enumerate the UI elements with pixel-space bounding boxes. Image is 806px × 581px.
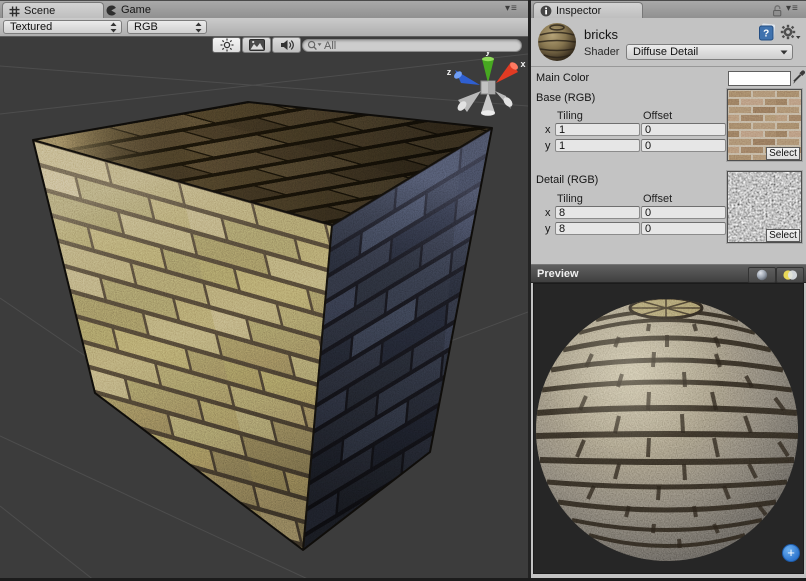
material-sphere-icon[interactable] bbox=[537, 22, 577, 62]
base-offset-header: Offset bbox=[643, 110, 672, 122]
scene-panel-menu-icon[interactable]: ▾≡ bbox=[505, 3, 518, 14]
inspector-panel: Inspector ▾≡ bbox=[531, 0, 806, 581]
tab-inspector-label: Inspector bbox=[556, 5, 601, 17]
detail-y-offset-field[interactable]: 0 bbox=[641, 222, 726, 235]
hash-grid-icon bbox=[9, 6, 20, 17]
scene-audio-toggle[interactable] bbox=[272, 37, 301, 53]
preview-title: Preview bbox=[537, 268, 579, 280]
search-placeholder: All bbox=[324, 40, 336, 52]
channel-dropdown[interactable]: RGB bbox=[127, 20, 207, 34]
material-name: bricks bbox=[584, 27, 618, 42]
eyedropper-icon[interactable] bbox=[792, 68, 805, 85]
tab-scene-label: Scene bbox=[24, 5, 55, 17]
chevron-down-icon bbox=[780, 50, 788, 55]
detail-row-y-label: y bbox=[545, 223, 551, 235]
speaker-icon bbox=[280, 39, 294, 51]
base-tiling-header: Tiling bbox=[557, 110, 583, 122]
image-icon bbox=[249, 39, 265, 51]
scene-viewport[interactable]: y x z bbox=[0, 36, 528, 581]
pacman-icon bbox=[106, 5, 117, 16]
svg-text:?: ? bbox=[763, 29, 769, 40]
scene-skybox-toggle[interactable] bbox=[242, 37, 271, 53]
gizmo-x-label: x bbox=[520, 59, 525, 69]
render-mode-dropdown[interactable]: Textured bbox=[3, 20, 122, 34]
tab-game-label: Game bbox=[121, 4, 151, 16]
scene-toolbar: Textured RGB bbox=[0, 18, 528, 37]
sun-icon bbox=[220, 38, 234, 52]
base-row-x-label: x bbox=[545, 124, 551, 136]
tab-scene[interactable]: Scene bbox=[2, 2, 104, 19]
detail-select-button[interactable]: Select bbox=[766, 229, 800, 242]
channel-value: RGB bbox=[134, 21, 195, 33]
scene-tabstrip: Scene Game ▾≡ bbox=[0, 0, 528, 20]
detail-section-title: Detail (RGB) bbox=[536, 174, 598, 186]
preview-lighting-button[interactable] bbox=[776, 267, 804, 283]
detail-x-offset-field[interactable]: 0 bbox=[641, 206, 726, 219]
detail-x-tiling-field[interactable]: 8 bbox=[555, 206, 640, 219]
scene-search-input[interactable]: All bbox=[302, 39, 522, 52]
unity-editor-window: y x z Scene Game bbox=[0, 0, 806, 581]
gizmo-y-cone[interactable] bbox=[482, 57, 494, 83]
base-select-button[interactable]: Select bbox=[766, 147, 800, 160]
base-x-tiling-field[interactable]: 1 bbox=[555, 123, 640, 136]
info-icon bbox=[540, 5, 552, 17]
tab-game[interactable]: Game bbox=[100, 2, 174, 18]
preview-mesh-button[interactable] bbox=[748, 267, 776, 283]
help-book-icon[interactable]: ? bbox=[758, 23, 776, 42]
tab-inspector[interactable]: Inspector bbox=[533, 2, 643, 19]
shader-label: Shader bbox=[584, 46, 619, 58]
preview-viewport[interactable]: + bbox=[533, 283, 804, 574]
main-color-swatch[interactable] bbox=[728, 71, 791, 86]
shader-value: Diffuse Detail bbox=[633, 46, 780, 58]
detail-row-x-label: x bbox=[545, 207, 551, 219]
sphere-preview-icon bbox=[756, 269, 768, 281]
preview-sphere bbox=[534, 284, 803, 573]
gizmo-x-cone[interactable] bbox=[496, 61, 519, 83]
detail-tiling-header: Tiling bbox=[557, 193, 583, 205]
search-icon bbox=[307, 40, 322, 51]
gear-icon[interactable] bbox=[780, 24, 801, 41]
updown-arrows-icon bbox=[195, 22, 202, 33]
gizmo-z-cone[interactable] bbox=[453, 70, 480, 85]
inspector-panel-menu-icon[interactable]: ▾≡ bbox=[786, 3, 799, 14]
inspector-tabstrip: Inspector ▾≡ bbox=[531, 0, 806, 20]
detail-y-tiling-field[interactable]: 8 bbox=[555, 222, 640, 235]
shader-dropdown[interactable]: Diffuse Detail bbox=[626, 44, 793, 60]
lock-icon[interactable] bbox=[771, 4, 783, 17]
base-y-offset-field[interactable]: 0 bbox=[641, 139, 726, 152]
plus-icon[interactable]: + bbox=[782, 544, 800, 562]
preview-header[interactable]: Preview bbox=[531, 264, 806, 283]
base-section-title: Base (RGB) bbox=[536, 92, 595, 104]
gizmo-z-label: z bbox=[447, 67, 452, 77]
main-color-label: Main Color bbox=[536, 72, 589, 84]
scene-panel: y x z Scene Game bbox=[0, 0, 528, 581]
base-row-y-label: y bbox=[545, 140, 551, 152]
updown-arrows-icon bbox=[110, 22, 117, 33]
render-mode-value: Textured bbox=[10, 21, 110, 33]
detail-offset-header: Offset bbox=[643, 193, 672, 205]
scene-lighting-toggle[interactable] bbox=[212, 37, 241, 53]
material-header: bricks Shader Diffuse Detail ? bbox=[531, 18, 806, 67]
base-x-offset-field[interactable]: 0 bbox=[641, 123, 726, 136]
lighting-dots-icon bbox=[782, 269, 798, 281]
base-y-tiling-field[interactable]: 1 bbox=[555, 139, 640, 152]
